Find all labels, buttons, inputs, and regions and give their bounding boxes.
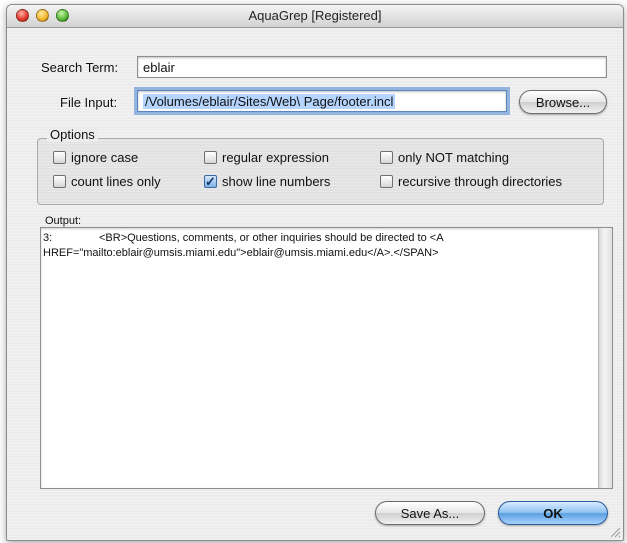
checkbox-label: ignore case [71, 150, 139, 165]
checkbox-only-not-matching[interactable]: only NOT matching [380, 150, 509, 165]
checkbox-ignore-case[interactable]: ignore case [53, 150, 138, 165]
output-pane[interactable]: 3: <BR>Questions, comments, or other inqu… [40, 227, 613, 489]
output-text[interactable]: 3: <BR>Questions, comments, or other inqu… [43, 231, 593, 261]
output-line: HREF="mailto:eblair@umsis.miami.edu">ebl… [43, 247, 439, 259]
options-label: Options [47, 127, 98, 142]
aquagrep-window: AquaGrep [Registered] Search Term: eblai… [6, 4, 624, 541]
checkbox-box[interactable] [380, 151, 393, 164]
search-term-label: Search Term: [41, 60, 119, 75]
checkbox-recursive-directories[interactable]: recursive through directories [380, 174, 562, 189]
search-term-field[interactable]: eblair [137, 56, 607, 78]
file-input-field[interactable]: /Volumes/eblair/Sites/Web\ Page/footer.i… [134, 87, 510, 115]
title-bar[interactable]: AquaGrep [Registered] [7, 5, 623, 28]
checkbox-label: count lines only [71, 174, 161, 189]
file-input-value: /Volumes/eblair/Sites/Web\ Page/footer.i… [143, 94, 396, 109]
window-title: AquaGrep [Registered] [248, 8, 382, 23]
checkbox-label: recursive through directories [398, 174, 563, 189]
search-term-value: eblair [143, 60, 175, 75]
checkbox-label: regular expression [222, 150, 329, 165]
ok-button[interactable]: OK [498, 501, 608, 525]
checkbox-box[interactable] [204, 151, 217, 164]
options-groupbox [37, 138, 604, 205]
checkbox-count-lines-only[interactable]: count lines only [53, 174, 161, 189]
checkbox-show-line-numbers[interactable]: ✓ show line numbers [204, 174, 330, 189]
checkbox-label: show line numbers [222, 174, 331, 189]
checkbox-box[interactable] [53, 151, 66, 164]
save-as-button[interactable]: Save As... [375, 501, 485, 525]
output-line-text: <BR>Questions, comments, or other inquir… [99, 232, 444, 244]
output-line-number: 3: [43, 232, 53, 244]
output-line: 3: <BR>Questions, comments, or other inqu… [43, 231, 593, 246]
browse-button[interactable]: Browse... [519, 90, 607, 114]
browse-button-label: Browse... [535, 94, 591, 110]
output-label: Output: [45, 215, 82, 227]
checkbox-box[interactable] [380, 175, 393, 188]
resize-grip-icon[interactable] [609, 526, 621, 538]
checkbox-box[interactable] [53, 175, 66, 188]
check-icon: ✓ [205, 174, 216, 189]
checkbox-label: only NOT matching [398, 150, 510, 165]
file-input-label: File Input: [60, 95, 118, 110]
ok-button-label: OK [543, 505, 563, 521]
save-as-button-label: Save As... [400, 505, 460, 521]
vertical-scrollbar[interactable] [598, 228, 612, 488]
checkbox-box-checked[interactable]: ✓ [204, 175, 217, 188]
checkbox-regular-expression[interactable]: regular expression [204, 150, 329, 165]
